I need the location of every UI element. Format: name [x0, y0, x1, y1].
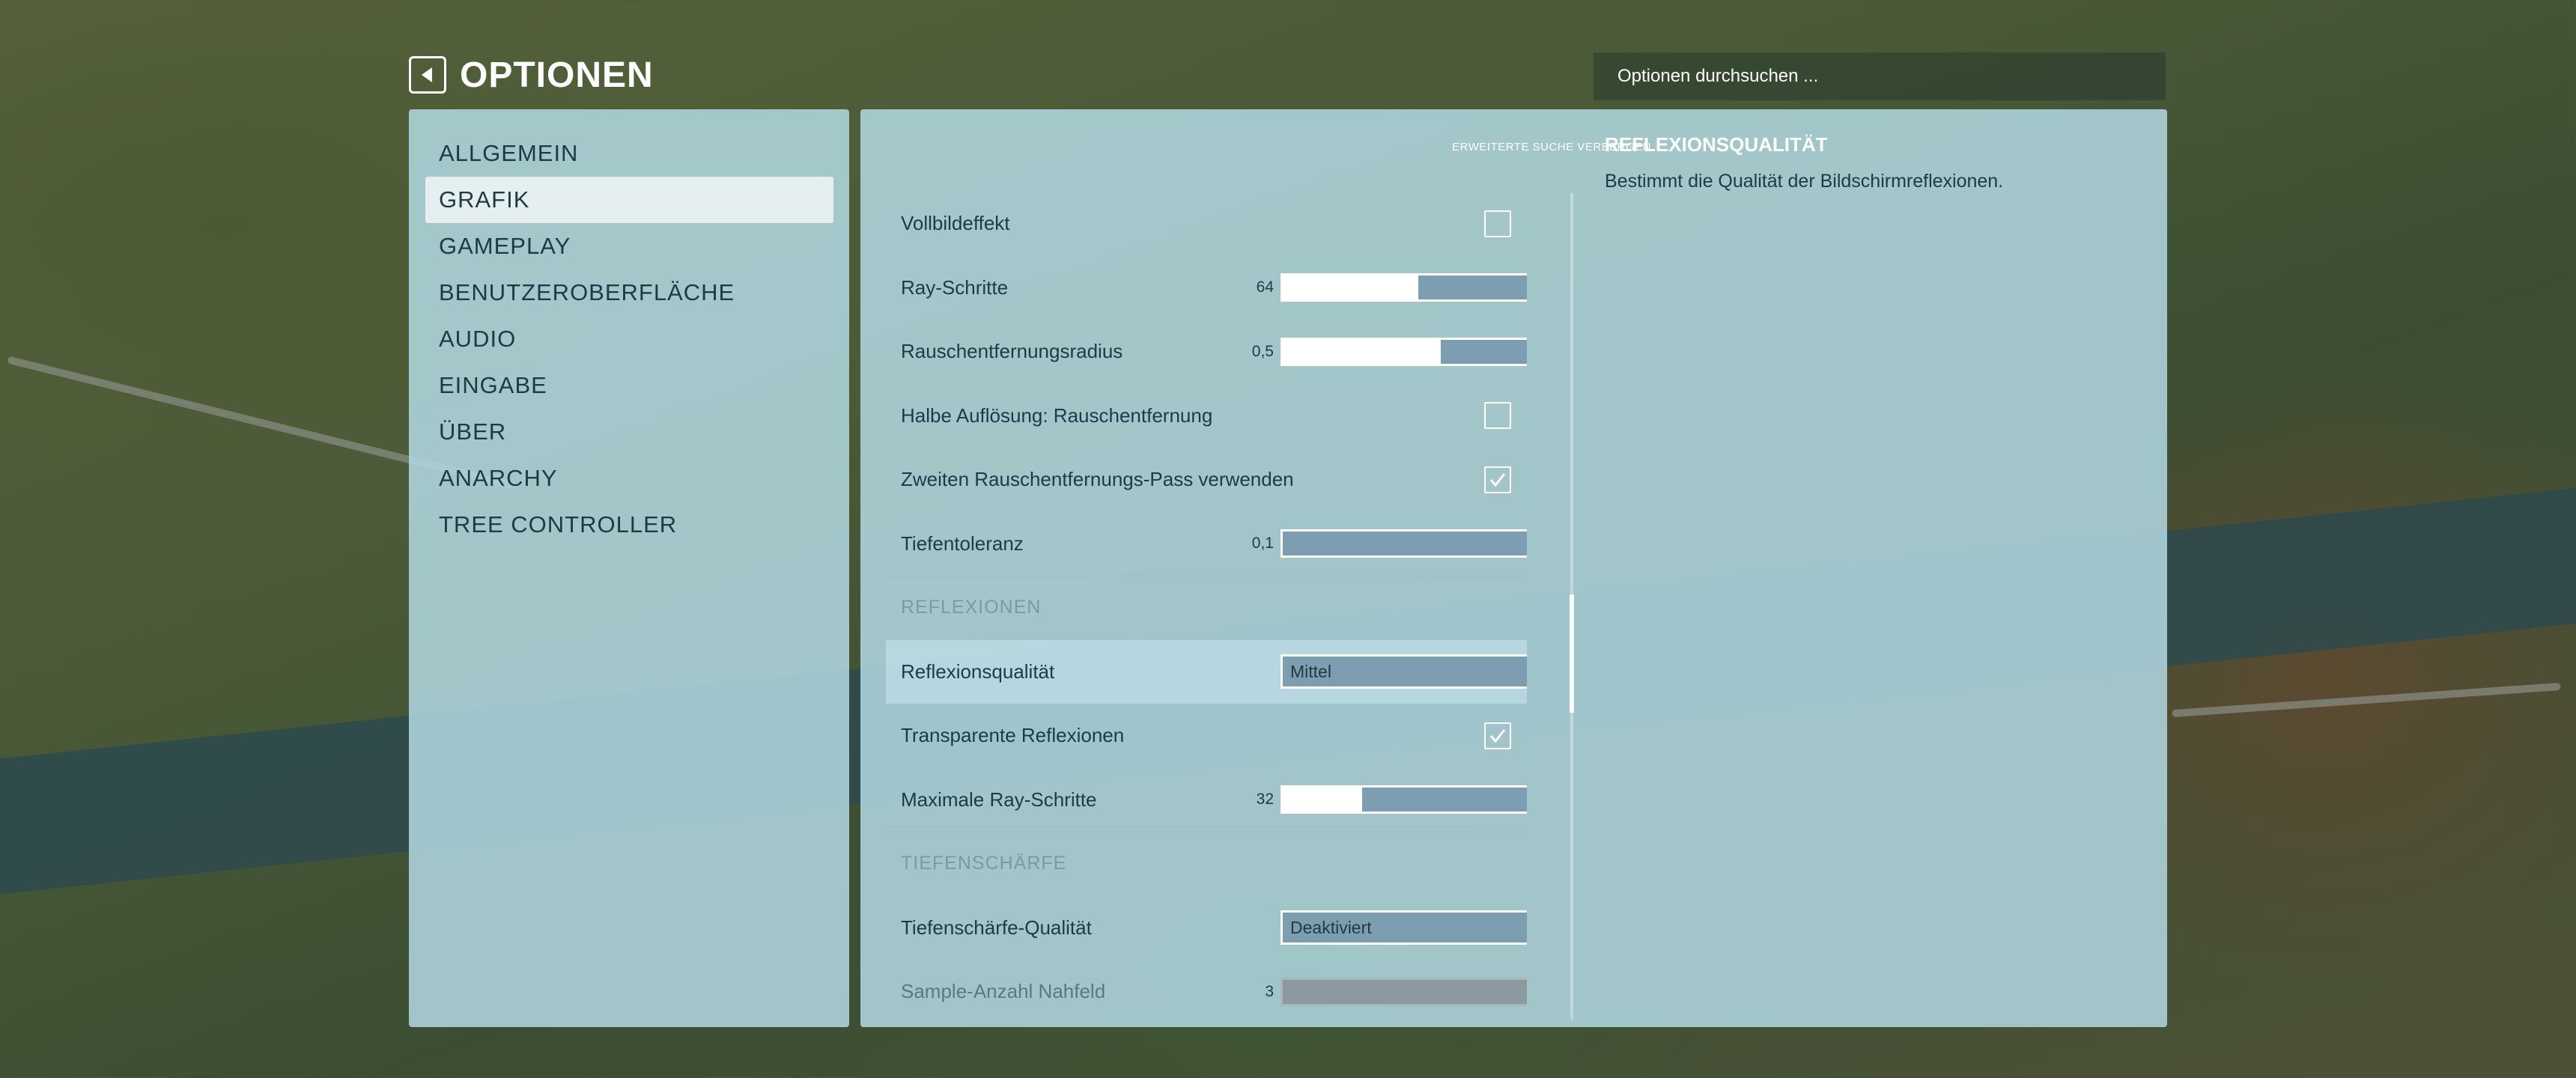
sidebar-item-uber[interactable]: ÜBER	[425, 409, 833, 455]
setting-row-sample-anzahl-nahfeld: Sample-Anzahl Nahfeld 3	[886, 960, 1527, 1023]
setting-dropdown[interactable]: Mittel	[1281, 654, 1527, 689]
slider-fill	[1283, 275, 1419, 300]
setting-slider[interactable]	[1281, 785, 1527, 814]
setting-row-zweiten-rauschentfernungs-pass-verwenden: Zweiten Rauschentfernungs-Pass verwenden	[886, 448, 1527, 512]
sidebar-item-audio[interactable]: AUDIO	[425, 316, 833, 362]
dropdown-value: Mittel	[1290, 661, 1331, 681]
section-header: TIEFENSCHÄRFE	[901, 853, 1067, 874]
setting-label: Tiefentoleranz	[901, 532, 1024, 555]
slider-value: 0,1	[1251, 535, 1274, 552]
setting-row-transparente-reflexionen: Transparente Reflexionen	[886, 704, 1527, 768]
sidebar-item-gameplay[interactable]: GAMEPLAY	[425, 223, 833, 270]
slider-fill	[1283, 339, 1441, 364]
slider-value: 32	[1256, 791, 1274, 808]
sidebar-item-eingabe[interactable]: EINGABE	[425, 362, 833, 409]
sidebar-panel: ALLGEMEIN GRAFIK GAMEPLAY BENUTZEROBERFLÄCH…	[409, 109, 849, 1027]
sidebar-item-anarchy[interactable]: ANARCHY	[425, 455, 833, 502]
setting-label: Halbe Auflösung: Rauschentfernung	[901, 404, 1213, 427]
setting-label: Maximale Ray-Schritte	[901, 788, 1097, 811]
search-input[interactable]	[1616, 65, 2143, 88]
setting-row-tiefenscharfe-qualitat: Tiefenschärfe-Qualität Deaktiviert	[886, 896, 1527, 960]
settings-list: Vollbildeffekt Ray-Schritte 64 Rauschentfer…	[886, 192, 1527, 1023]
search-box[interactable]	[1594, 52, 2166, 100]
dropdown-value: Deaktiviert	[1290, 917, 1372, 937]
back-button[interactable]	[409, 56, 446, 94]
checkmark-icon	[1489, 472, 1506, 487]
setting-row-maximale-ray-schritte: Maximale Ray-Schritte 32	[886, 768, 1527, 832]
setting-row-tiefenscharfe: TIEFENSCHÄRFE	[886, 832, 1527, 896]
setting-row-halbe-auflosung-rauschentfernung: Halbe Auflösung: Rauschentfernung	[886, 384, 1527, 448]
back-arrow-icon	[422, 67, 432, 82]
scrollbar[interactable]	[1570, 193, 1574, 1020]
slider-value: 64	[1256, 278, 1274, 296]
sidebar-item-benutzeroberflache[interactable]: BENUTZEROBERFLÄCHE	[425, 270, 833, 316]
setting-checkbox[interactable]	[1484, 722, 1511, 749]
sidebar-item-allgemein[interactable]: ALLGEMEIN	[425, 130, 833, 177]
settings-panel: ERWEITERTE SUCHE VERBERGEN Vollbildeffek…	[860, 109, 2167, 1027]
checkmark-icon	[1489, 728, 1506, 743]
setting-row-reflexionen: REFLEXIONEN	[886, 576, 1527, 640]
setting-row-reflexionsqualitat: Reflexionsqualität Mittel	[886, 639, 1527, 704]
page-title: OPTIONEN	[460, 55, 654, 95]
slider-value: 0,5	[1251, 342, 1274, 360]
setting-label: Vollbildeffekt	[901, 212, 1010, 235]
scrollbar-thumb[interactable]	[1570, 594, 1574, 713]
description-text: Bestimmt die Qualität der Bildschirmrefl…	[1605, 171, 2004, 192]
setting-label: Transparente Reflexionen	[901, 724, 1125, 747]
setting-label: Rauschentfernungsradius	[901, 340, 1123, 363]
setting-label: Reflexionsqualität	[901, 660, 1055, 683]
page-header: OPTIONEN	[409, 54, 654, 96]
setting-slider	[1281, 977, 1527, 1006]
setting-label: Zweiten Rauschentfernungs-Pass verwenden	[901, 468, 1294, 491]
setting-row-vollbildeffekt: Vollbildeffekt	[886, 192, 1527, 256]
setting-dropdown[interactable]: Deaktiviert	[1281, 910, 1527, 945]
slider-value: 3	[1265, 982, 1274, 1000]
sidebar-item-tree-controller[interactable]: TREE CONTROLLER	[425, 502, 833, 548]
setting-label: Ray-Schritte	[901, 275, 1009, 299]
setting-checkbox[interactable]	[1484, 402, 1511, 430]
background-road	[2172, 682, 2561, 718]
setting-slider[interactable]	[1281, 529, 1527, 558]
sidebar-item-grafik[interactable]: GRAFIK	[425, 177, 833, 223]
setting-row-tiefentoleranz: Tiefentoleranz 0,1	[886, 512, 1527, 576]
setting-label: Tiefenschärfe-Qualität	[901, 916, 1092, 939]
section-header: REFLEXIONEN	[901, 597, 1042, 618]
setting-slider[interactable]	[1281, 273, 1527, 302]
setting-checkbox[interactable]	[1484, 466, 1511, 493]
setting-row-ray-schritte: Ray-Schritte 64	[886, 256, 1527, 320]
slider-fill	[1283, 788, 1362, 812]
description-title: REFLEXIONSQUALITÄT	[1605, 133, 1828, 156]
setting-row-rauschentfernungsradius: Rauschentfernungsradius 0,5	[886, 320, 1527, 384]
setting-label: Sample-Anzahl Nahfeld	[901, 980, 1106, 1003]
setting-slider[interactable]	[1281, 337, 1527, 366]
sidebar-nav: ALLGEMEIN GRAFIK GAMEPLAY BENUTZEROBERFLÄCH…	[425, 130, 833, 548]
setting-checkbox[interactable]	[1484, 210, 1511, 237]
